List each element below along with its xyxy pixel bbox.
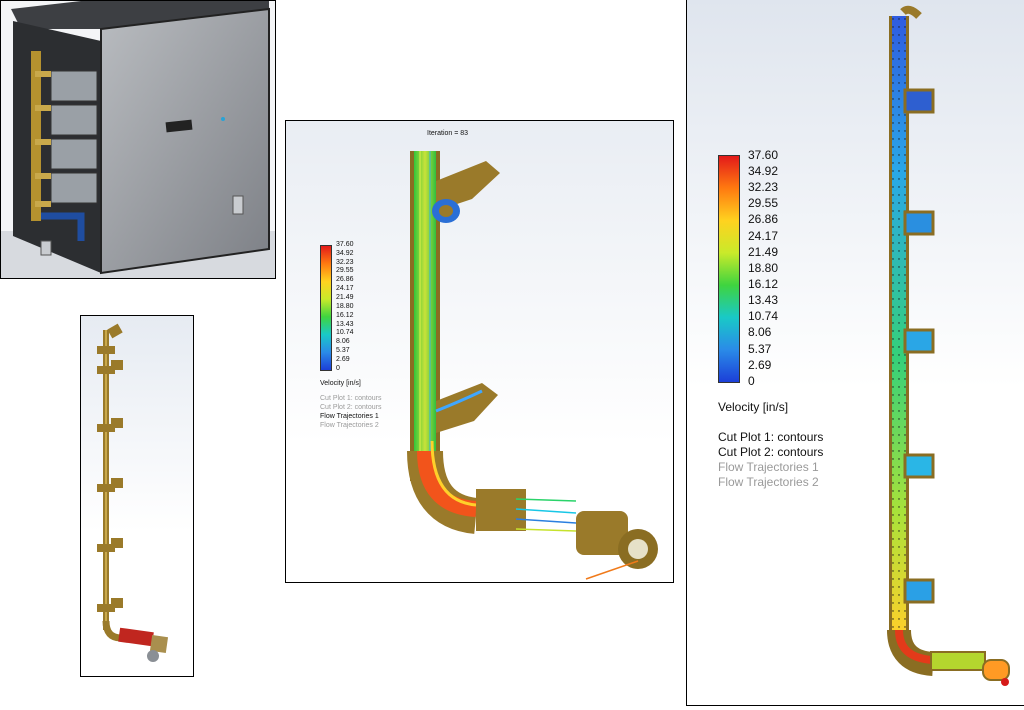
right-legend-title: Velocity [in/s] — [718, 400, 789, 414]
mid-tick-label: 16.12 — [336, 311, 354, 319]
right-tick-label: 16.12 — [748, 276, 779, 291]
right-tick-label: 5.37 — [748, 341, 772, 356]
mid-plot-entry: Cut Plot 2: contours — [320, 404, 382, 411]
mid-tick-label: 10.74 — [336, 329, 354, 337]
mid-tick-label: 37.60 — [336, 240, 354, 248]
cfd-detail-panel: Iteration = 83 37.60 34.92 32.23 29.55 2… — [285, 120, 674, 583]
mid-tick-label: 13.43 — [336, 320, 354, 328]
right-tick-label: 34.92 — [748, 163, 779, 178]
right-plot-entry: Flow Trajectories 1 — [718, 460, 819, 474]
mid-plot-entry: Flow Trajectories 1 — [320, 413, 379, 420]
upper-outlet — [432, 161, 500, 223]
mid-tick-label: 26.86 — [336, 276, 354, 284]
right-plot-entry: Cut Plot 1: contours — [718, 430, 824, 444]
right-tick-label: 37.60 — [748, 147, 779, 162]
right-tick-label: 18.80 — [748, 260, 779, 275]
right-tick-label: 32.23 — [748, 180, 779, 195]
mid-legend-title: Velocity [in/s] — [320, 380, 361, 387]
cfd-overview-panel: 37.60 34.92 32.23 29.55 26.86 24.17 21.49 18.80… — [686, 0, 1024, 706]
lower-outlet — [435, 383, 498, 433]
right-plot-entry: Flow Trajectories 2 — [718, 475, 819, 489]
cabinet-illustration — [1, 1, 275, 278]
mid-tick-label: 29.55 — [336, 267, 354, 275]
right-color-bar — [718, 155, 740, 383]
mid-tick-label: 34.92 — [336, 249, 354, 257]
mid-color-bar — [320, 245, 332, 371]
mid-tick-label: 8.06 — [336, 338, 350, 346]
mid-plot-entry: Cut Plot 1: contours — [320, 395, 382, 402]
right-tick-label: 13.43 — [748, 293, 779, 308]
right-tick-label: 24.17 — [748, 228, 779, 243]
brass-pipe-illustration — [97, 323, 169, 662]
overview-outlets — [903, 88, 935, 604]
mid-tick-label: 32.23 — [336, 258, 354, 266]
right-tick-label: 10.74 — [748, 309, 779, 324]
right-plot-entry: Cut Plot 2: contours — [718, 445, 824, 459]
mid-plot-entry: Flow Trajectories 2 — [320, 422, 379, 429]
pipe-geometry-panel — [80, 315, 194, 677]
right-tick-label: 29.55 — [748, 196, 779, 211]
right-tick-label: 8.06 — [748, 325, 772, 340]
mid-tick-label: 24.17 — [336, 285, 354, 293]
right-tick-label: 26.86 — [748, 212, 779, 227]
right-tick-label: 0 — [748, 373, 755, 388]
right-tick-label: 2.69 — [748, 357, 772, 372]
mid-tick-label: 5.37 — [336, 347, 350, 355]
mid-tick-label: 0 — [336, 364, 340, 372]
mid-tick-label: 21.49 — [336, 293, 354, 301]
right-tick-label: 21.49 — [748, 244, 779, 259]
mid-tick-label: 18.80 — [336, 302, 354, 310]
mid-tick-label: 2.69 — [336, 355, 350, 363]
cabinet-render-panel — [0, 0, 276, 279]
